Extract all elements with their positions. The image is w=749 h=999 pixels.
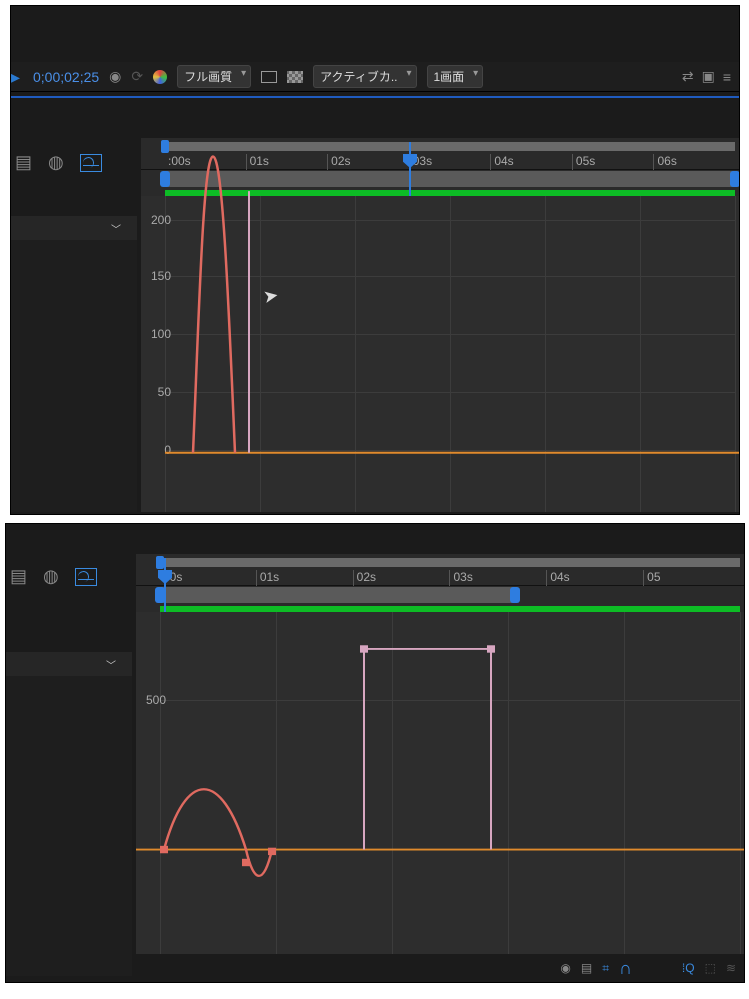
panel-tab-edge: ▸ [11,62,23,92]
graph-editor-bottom[interactable]: 500 [136,612,744,954]
time-ruler[interactable]: 00s01s02s03s04s05 [136,554,744,586]
ruler-tick: 01s [256,570,353,586]
navigator-bar[interactable] [165,142,735,151]
timeline-side-icons: ▤ ◍ [15,152,141,173]
work-area-end-handle[interactable] [730,171,740,187]
ruler-tick: 01s [246,154,328,170]
ruler-tick: 04s [490,154,572,170]
speed-curve-red [193,157,235,453]
waves-icon[interactable]: ≋ [726,961,736,975]
navigator-knob[interactable] [161,140,169,153]
list-icon[interactable]: ▤ [581,961,592,975]
graph-type-icon[interactable]: ⬚ [705,961,716,975]
transparency-grid-icon[interactable] [261,71,277,83]
render-region-icon[interactable]: ▣ [702,68,715,85]
value-curve-pink [364,649,491,850]
graph-editor-footer: ◉ ▤ ⌗ ∩ ⁞Q ⬚ ≋ [6,956,744,980]
share-icon[interactable]: ⇄ [682,68,694,85]
layer-switches-icon[interactable]: ▤ [10,566,27,587]
keyframe-handle[interactable] [242,859,250,866]
graph-editor-icon[interactable] [80,154,102,172]
graph-editor-top[interactable]: 200150100500 ➤ [141,196,739,512]
ruler-tick: 02s [353,570,450,586]
timeline-options-icon[interactable]: ≡ [723,69,731,85]
modes-icon[interactable]: ◍ [43,566,59,587]
navigator-knob[interactable] [156,556,164,569]
keyframe-handle[interactable] [268,848,276,855]
ruler-tick: 04s [546,570,643,586]
property-subrows [11,240,137,512]
checker-icon[interactable] [287,71,303,83]
ruler-tick: 03s [409,154,491,170]
property-row[interactable]: ﹀ [11,216,137,240]
selection-handle[interactable] [360,645,368,652]
property-subrows [6,676,132,976]
graph-plot-bottom [136,612,744,954]
link-icon: ⟳ [131,68,143,85]
fit-zoom-icon[interactable]: ⁞Q [682,961,695,975]
work-area-bar[interactable] [141,170,739,188]
resolution-dropdown[interactable]: フル画質 [177,65,251,88]
modes-icon[interactable]: ◍ [48,152,64,173]
chevron-down-icon: ﹀ [111,221,121,236]
selection-handle[interactable] [487,645,495,652]
current-timecode[interactable]: 0;00;02;25 [19,69,99,85]
keyframe-handle[interactable] [160,846,168,853]
ruler-tick: 02s [327,154,409,170]
ruler-tick: 06s [653,154,735,170]
ruler-tick: :00s [165,154,246,170]
work-area-start-handle[interactable] [160,171,170,187]
eye-icon[interactable]: ◉ [560,961,570,975]
ruler-tick: 05 [643,570,740,586]
work-area-end-handle[interactable] [510,587,520,603]
snap-icon[interactable]: ⌗ [602,961,609,976]
chevron-down-icon: ﹀ [106,657,116,672]
ruler-tick: 05s [572,154,654,170]
channel-icon[interactable] [153,70,167,84]
ruler-tick: 00s [160,570,256,586]
toolbar-separator [11,96,739,98]
timeline-side-icons: ▤ ◍ [10,566,136,587]
value-curve-red [164,789,272,876]
time-ruler[interactable]: :00s01s02s03s04s05s06s [141,138,739,170]
view-layout-dropdown[interactable]: 1画面 [427,65,484,88]
property-row[interactable]: ﹀ [6,652,132,676]
snapshot-icon[interactable]: ◉ [109,68,121,85]
layer-switches-icon[interactable]: ▤ [15,152,32,173]
timeline-area-bottom: 00s01s02s03s04s05 500 [136,554,744,954]
timeline-area-top: :00s01s02s03s04s05s06s 200150100500 ➤ [141,138,739,512]
work-area-bar[interactable] [136,586,744,604]
magnet-icon[interactable]: ∩ [619,958,632,979]
navigator-bar[interactable] [160,558,740,567]
active-camera-dropdown[interactable]: アクティブカ.. [313,65,416,88]
ruler-tick: 03s [449,570,546,586]
preview-toolbar: ▸ 0;00;02;25 ◉ ⟳ フル画質 アクティブカ.. 1画面 ⇄ ▣ ≡ [11,62,739,92]
graph-editor-icon[interactable] [75,568,97,586]
graph-plot-top [141,196,739,512]
ruler-ticks: :00s01s02s03s04s05s06s [165,154,735,170]
ruler-ticks: 00s01s02s03s04s05 [160,570,740,586]
